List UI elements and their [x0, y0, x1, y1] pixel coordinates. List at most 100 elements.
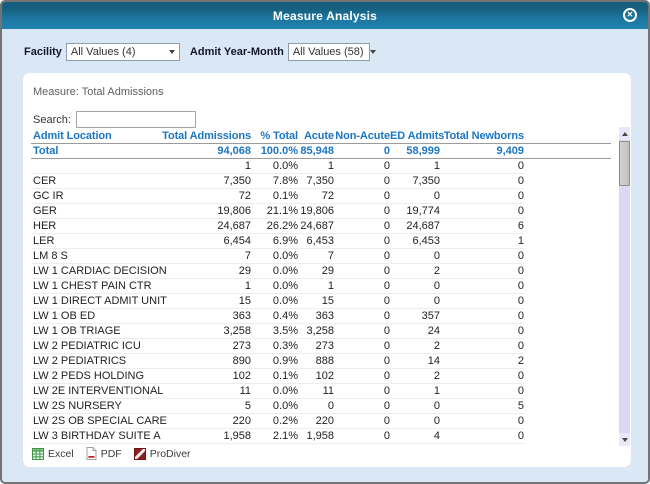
cell-filler [524, 413, 611, 428]
cell-pct-total: 0.0% [251, 263, 298, 279]
cell-ed-admits: 7,350 [390, 173, 440, 189]
cell-ed-admits: 0 [390, 278, 440, 294]
facility-dropdown[interactable]: All Values (4) [65, 43, 180, 61]
cell-non-acute: 0 [334, 278, 390, 294]
cell-admit-location: GC IR [31, 188, 156, 204]
cell-non-acute: 0 [334, 293, 390, 309]
table-row[interactable]: LW 1 DIRECT ADMIT UNIT 15 0.0% 15 0 0 0 [31, 293, 611, 309]
cell-total-admissions: 24,687 [156, 218, 251, 234]
vertical-scrollbar[interactable] [619, 127, 630, 446]
table-row[interactable]: LW 1 CHEST PAIN CTR 1 0.0% 1 0 0 0 [31, 278, 611, 294]
cell-total-newborns: 0 [440, 188, 524, 204]
cell-admit-location: CER [31, 173, 156, 189]
cell-total-newborns: 0 [440, 428, 524, 444]
export-pdf-label: PDF [100, 447, 122, 460]
column-header-total-admissions[interactable]: Total Admissions [156, 129, 251, 144]
cell-ed-admits: 0 [390, 248, 440, 264]
chevron-down-icon [168, 50, 175, 54]
cell-ed-admits: 2 [390, 338, 440, 354]
total-cell-total-admissions: 94,068 [156, 143, 251, 159]
column-header-non-acute[interactable]: Non-Acute [334, 129, 390, 144]
cell-filler [524, 368, 611, 383]
cell-non-acute: 0 [334, 398, 390, 414]
table-row[interactable]: CER 7,350 7.8% 7,350 0 7,350 0 [31, 173, 611, 189]
cell-pct-total: 2.1% [251, 428, 298, 444]
cell-ed-admits: 2 [390, 263, 440, 279]
table-row[interactable]: 1 0.0% 1 0 1 0 [31, 158, 611, 174]
cell-acute: 102 [298, 368, 334, 384]
cell-total-newborns: 0 [440, 263, 524, 279]
table-row[interactable]: LW 2E INTERVENTIONAL 11 0.0% 11 0 1 0 [31, 383, 611, 399]
table-row[interactable]: GC IR 72 0.1% 72 0 0 0 [31, 188, 611, 204]
total-cell-pct-total: 100.0% [251, 143, 298, 159]
table-header-row: Admit Location Total Admissions % Total … [31, 129, 611, 144]
export-excel-link[interactable]: Excel [32, 447, 74, 460]
cell-pct-total: 21.1% [251, 203, 298, 219]
cell-total-newborns: 0 [440, 308, 524, 324]
cell-ed-admits: 0 [390, 188, 440, 204]
table-row[interactable]: LW 1 CARDIAC DECISION 29 0.0% 29 0 2 0 [31, 263, 611, 279]
cell-non-acute: 0 [334, 353, 390, 369]
cell-ed-admits: 0 [390, 398, 440, 414]
cell-acute: 0 [298, 398, 334, 414]
column-header-admit-location[interactable]: Admit Location [31, 129, 156, 144]
scroll-down-icon[interactable] [619, 433, 630, 446]
cell-acute: 1,958 [298, 428, 334, 444]
cell-acute: 19,806 [298, 203, 334, 219]
cell-filler [524, 233, 611, 248]
admit-year-month-dropdown[interactable]: All Values (58) [287, 43, 376, 61]
table-row[interactable]: HER 24,687 26.2% 24,687 0 24,687 6 [31, 218, 611, 234]
close-icon[interactable]: ✕ [623, 8, 637, 22]
cell-total-admissions: 363 [156, 308, 251, 324]
table-row[interactable]: LW 2 PEDIATRICS 890 0.9% 888 0 14 2 [31, 353, 611, 369]
table-row[interactable]: LW 2 PEDIATRIC ICU 273 0.3% 273 0 2 0 [31, 338, 611, 354]
cell-admit-location: LW 1 CHEST PAIN CTR [31, 278, 156, 294]
column-header-ed-admits[interactable]: ED Admits [390, 129, 444, 144]
search-input[interactable] [75, 111, 196, 128]
table-row[interactable]: LW 3 BIRTHDAY SUITE A 1,958 2.1% 1,958 0… [31, 428, 611, 444]
cell-pct-total: 0.1% [251, 368, 298, 384]
export-prodiver-link[interactable]: ProDiver [133, 447, 191, 460]
export-pdf-link[interactable]: PDF [86, 447, 122, 460]
cell-non-acute: 0 [334, 413, 390, 429]
cell-non-acute: 0 [334, 368, 390, 384]
cell-pct-total: 26.2% [251, 218, 298, 234]
cell-total-newborns: 5 [440, 398, 524, 414]
cell-pct-total: 0.9% [251, 353, 298, 369]
cell-admit-location: LW 2E INTERVENTIONAL [31, 383, 164, 399]
table-row[interactable]: LER 6,454 6.9% 6,453 0 6,453 1 [31, 233, 611, 249]
table-row[interactable]: LW 2S NURSERY 5 0.0% 0 0 0 5 [31, 398, 611, 414]
table-row[interactable]: LW 1 OB ED 363 0.4% 363 0 357 0 [31, 308, 611, 324]
cell-non-acute: 0 [334, 203, 390, 219]
cell-pct-total: 0.0% [251, 398, 298, 414]
column-header-acute[interactable]: Acute [298, 129, 334, 144]
scrollbar-thumb[interactable] [619, 141, 630, 186]
table-row[interactable]: LW 1 OB TRIAGE 3,258 3.5% 3,258 0 24 0 [31, 323, 611, 339]
export-prodiver-label: ProDiver [149, 447, 191, 460]
cell-total-admissions: 220 [156, 413, 251, 429]
total-cell-non-acute: 0 [334, 143, 390, 159]
total-cell-admit-location: Total [31, 143, 156, 159]
table-total-row[interactable]: Total 94,068 100.0% 85,948 0 58,999 9,40… [31, 143, 611, 159]
table-row[interactable]: GER 19,806 21.1% 19,806 0 19,774 0 [31, 203, 611, 219]
cell-acute: 29 [298, 263, 334, 279]
table-row[interactable]: LW 2S OB SPECIAL CARE 220 0.2% 220 0 0 0 [31, 413, 611, 429]
cell-total-admissions: 273 [156, 338, 251, 354]
cell-filler [524, 218, 611, 233]
admissions-table: Admit Location Total Admissions % Total … [31, 129, 611, 444]
cell-acute: 15 [298, 293, 334, 309]
cell-filler [524, 383, 611, 398]
cell-total-newborns: 0 [440, 278, 524, 294]
table-row[interactable]: LM 8 S 7 0.0% 7 0 0 0 [31, 248, 611, 264]
cell-total-admissions: 5 [156, 398, 251, 414]
cell-total-newborns: 0 [440, 323, 524, 339]
column-header-pct-total[interactable]: % Total [251, 129, 298, 144]
facility-label: Facility [24, 46, 62, 58]
table-row[interactable]: LW 2 PEDS HOLDING 102 0.1% 102 0 2 0 [31, 368, 611, 384]
cell-pct-total: 3.5% [251, 323, 298, 339]
cell-total-newborns: 0 [440, 338, 524, 354]
cell-admit-location: LW 1 DIRECT ADMIT UNIT [31, 293, 167, 309]
column-header-total-newborns[interactable]: Total Newborns [440, 129, 524, 144]
scroll-up-icon[interactable] [619, 127, 630, 140]
cell-filler [524, 248, 611, 263]
